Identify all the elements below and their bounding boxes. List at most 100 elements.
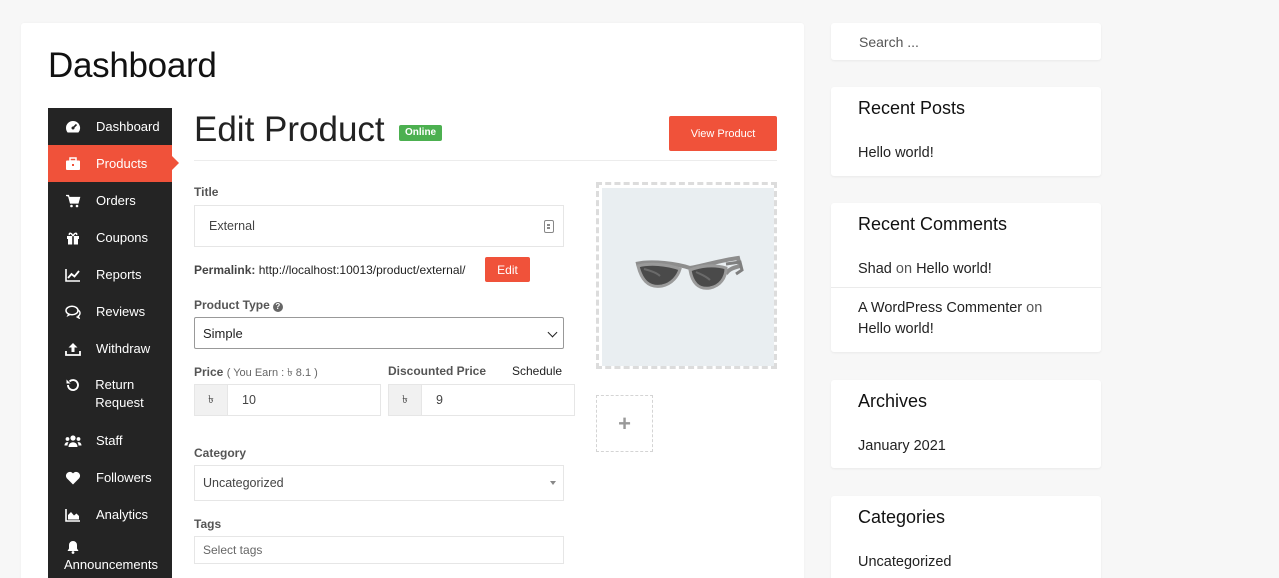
- sidebar-item-label: Analytics: [96, 507, 149, 522]
- permalink-edit-button[interactable]: Edit: [485, 257, 530, 282]
- dashboard-gauge-icon: [64, 119, 82, 135]
- edit-product-heading: Edit Product: [194, 110, 385, 149]
- chevron-down-icon: [547, 327, 558, 338]
- add-gallery-image-button[interactable]: +: [596, 395, 653, 452]
- sunglasses-icon: [635, 255, 744, 290]
- help-icon[interactable]: ?: [272, 302, 283, 312]
- upload-icon: [64, 341, 82, 357]
- product-type-value: Simple: [203, 325, 243, 341]
- recent-post-link[interactable]: Hello world!: [831, 145, 1101, 161]
- undo-icon: [64, 377, 81, 393]
- archive-link[interactable]: January 2021: [831, 438, 1101, 454]
- sidebar-item-withdraw[interactable]: Withdraw: [48, 330, 172, 367]
- price-input[interactable]: ৳ 10: [194, 384, 381, 416]
- sidebar-item-followers[interactable]: Followers: [48, 459, 172, 496]
- product-type-select[interactable]: Simple: [194, 317, 564, 349]
- sidebar-item-reviews[interactable]: Reviews: [48, 293, 172, 330]
- permalink-label: Permalink:: [194, 263, 256, 277]
- cart-icon: [64, 193, 82, 209]
- product-type-label: Product Type?: [194, 298, 283, 312]
- price-label-text: Price: [194, 365, 224, 379]
- tags-label: Tags: [194, 517, 222, 531]
- sidebar-item-announcements[interactable]: Announcements: [48, 533, 172, 578]
- search-input-placeholder: Search ...: [859, 33, 919, 50]
- schedule-link[interactable]: Schedule: [512, 364, 562, 378]
- discount-price-label: Discounted Price: [388, 364, 487, 378]
- gift-icon: [64, 230, 82, 246]
- sidebar-item-label: Announcements: [64, 557, 158, 572]
- comment-author-link[interactable]: A WordPress Commenter: [858, 300, 1022, 316]
- sidebar-item-label: Products: [96, 156, 148, 171]
- permalink-url[interactable]: http://localhost:10013/product/external/: [259, 263, 466, 277]
- sidebar-item-label: Reports: [96, 267, 142, 282]
- comment-on: on: [895, 261, 913, 277]
- status-badge: Online: [399, 125, 443, 141]
- title-input[interactable]: External: [194, 205, 564, 247]
- recent-comments-widget: Recent Comments Shad on Hello world! A W…: [831, 203, 1101, 352]
- currency-symbol: ৳: [389, 385, 422, 415]
- permalink: Permalink: http://localhost:10013/produc…: [194, 263, 466, 277]
- categories-widget: Categories Uncategorized: [831, 496, 1101, 578]
- recent-posts-title: Recent Posts: [858, 98, 966, 118]
- line-chart-icon: [64, 267, 82, 283]
- search-widget[interactable]: Search ...: [831, 23, 1101, 60]
- sidebar-item-dashboard[interactable]: Dashboard: [48, 108, 172, 145]
- dashboard-sidebar: Dashboard Products Orders Coupons Report…: [48, 108, 179, 578]
- category-link[interactable]: Uncategorized: [831, 554, 1101, 570]
- sidebar-item-orders[interactable]: Orders: [48, 182, 172, 219]
- recent-comments-title: Recent Comments: [858, 214, 1008, 234]
- comment-author-link[interactable]: Shad: [858, 261, 892, 277]
- archives-widget: Archives January 2021: [831, 380, 1101, 468]
- price-value: 10: [242, 393, 256, 407]
- price-earn-note: ( You Earn : ৳ 8.1 ): [226, 367, 318, 379]
- tags-placeholder: Select tags: [203, 543, 263, 557]
- title-label: Title: [194, 185, 219, 199]
- users-icon: [64, 433, 82, 449]
- sidebar-item-label: Followers: [96, 470, 152, 485]
- comment-on: on: [1026, 300, 1043, 316]
- sidebar-item-staff[interactable]: Staff: [48, 422, 172, 459]
- tags-input[interactable]: Select tags: [194, 536, 564, 564]
- comments-icon: [64, 304, 82, 320]
- sidebar-item-label: Dashboard: [96, 119, 160, 134]
- archives-title: Archives: [858, 391, 928, 411]
- sidebar-item-analytics[interactable]: Analytics: [48, 496, 172, 533]
- sidebar-item-reports[interactable]: Reports: [48, 256, 172, 293]
- sidebar-item-label: Return Request: [95, 377, 144, 410]
- bell-icon: [64, 539, 82, 555]
- caret-down-icon: [550, 481, 556, 485]
- heart-icon: [64, 470, 82, 486]
- view-product-button[interactable]: View Product: [669, 116, 777, 151]
- category-select[interactable]: Uncategorized: [194, 465, 564, 501]
- header-divider: [194, 160, 777, 161]
- sidebar-item-label: Withdraw: [96, 341, 151, 356]
- product-type-label-text: Product Type: [194, 298, 270, 312]
- plus-icon: +: [618, 410, 631, 436]
- categories-title: Categories: [858, 507, 946, 527]
- comment-item: A WordPress Commenter on Hello world!: [831, 298, 1101, 340]
- area-chart-icon: [64, 507, 82, 523]
- category-label: Category: [194, 446, 247, 460]
- price-label: Price ( You Earn : ৳ 8.1 ): [194, 364, 318, 383]
- category-value: Uncategorized: [203, 476, 284, 490]
- product-image-upload[interactable]: [596, 182, 777, 369]
- comment-post-link[interactable]: Hello world!: [858, 321, 934, 337]
- sidebar-item-return-request[interactable]: Return Request: [48, 367, 172, 422]
- note-icon: [544, 220, 554, 233]
- sidebar-item-label: Staff: [96, 433, 123, 448]
- recent-posts-widget: Recent Posts Hello world!: [831, 87, 1101, 176]
- divider: [831, 287, 1101, 288]
- product-image: [602, 188, 774, 366]
- sidebar-item-label: Reviews: [96, 304, 146, 319]
- sidebar-item-label: Coupons: [96, 230, 149, 245]
- discount-price-input[interactable]: ৳ 9: [388, 384, 575, 416]
- currency-symbol: ৳: [195, 385, 228, 415]
- page-title: Dashboard: [48, 46, 217, 85]
- title-input-value: External: [209, 219, 255, 233]
- briefcase-icon: [64, 156, 82, 172]
- sidebar-item-products[interactable]: Products: [48, 145, 179, 182]
- sidebar-item-coupons[interactable]: Coupons: [48, 219, 172, 256]
- discount-price-value: 9: [436, 393, 443, 407]
- comment-item: Shad on Hello world!: [831, 261, 1101, 277]
- comment-post-link[interactable]: Hello world!: [916, 261, 992, 277]
